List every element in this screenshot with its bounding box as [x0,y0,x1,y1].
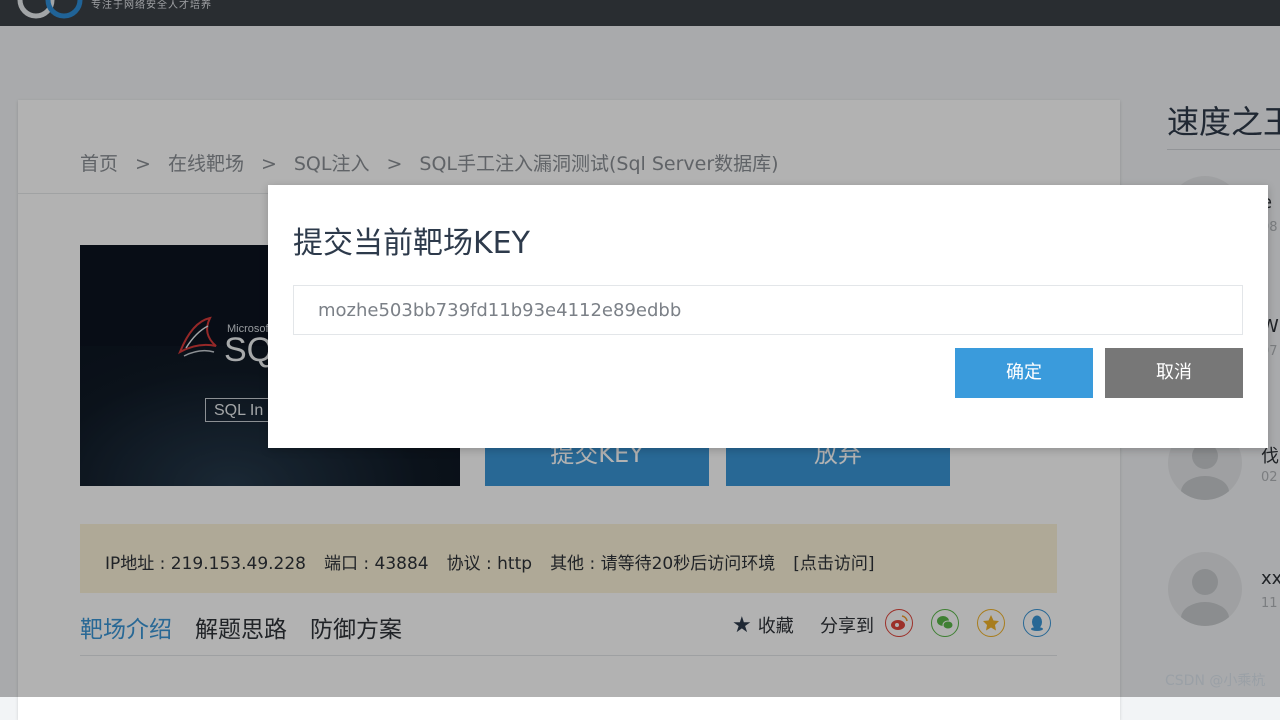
confirm-button[interactable]: 确定 [955,348,1093,398]
csdn-watermark: CSDN @小乘杭 [1165,673,1266,689]
cancel-button[interactable]: 取消 [1105,348,1243,398]
dialog-title: 提交当前靶场KEY [293,226,530,261]
key-input[interactable] [293,285,1243,335]
submit-key-dialog: 提交当前靶场KEY 确定 取消 [268,185,1268,448]
